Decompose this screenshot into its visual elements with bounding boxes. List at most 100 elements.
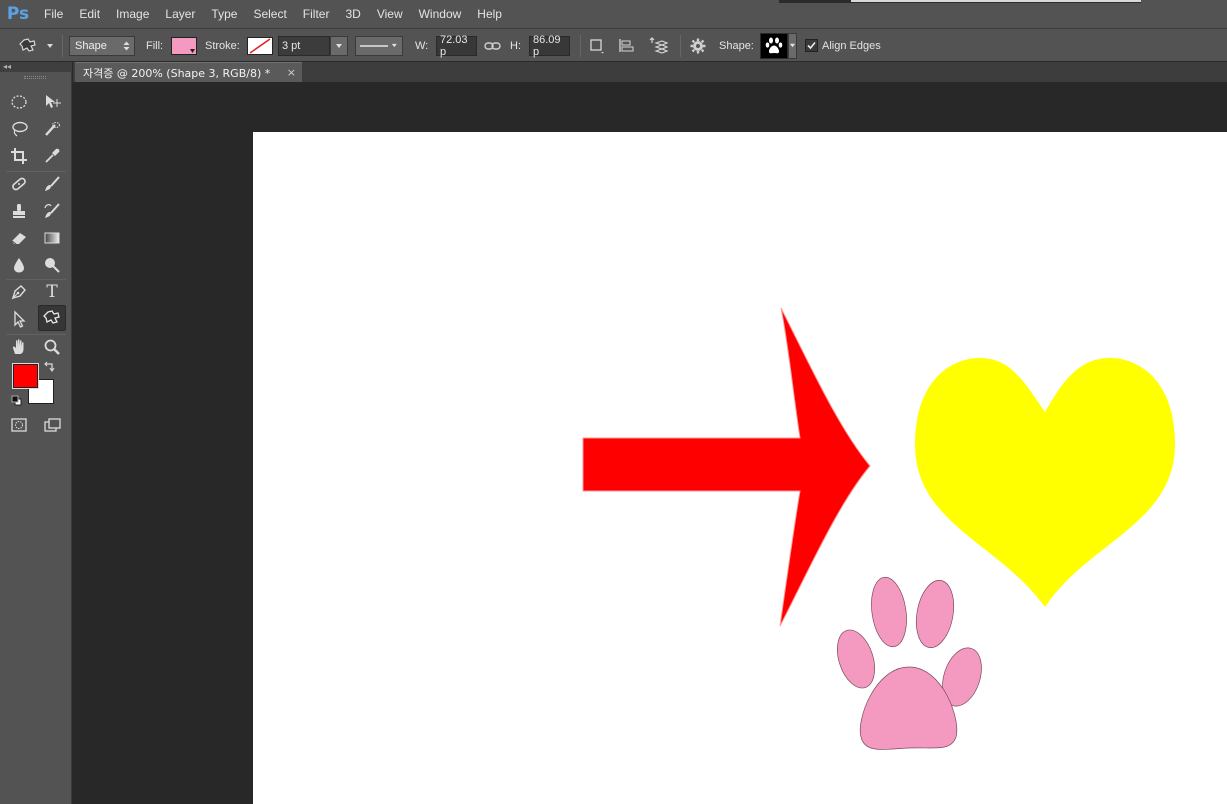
- menu-filter[interactable]: Filter: [295, 0, 338, 28]
- tools-panel: ◂◂ T: [0, 62, 72, 804]
- geometry-settings-button[interactable]: [689, 29, 707, 62]
- hand-icon: [12, 339, 24, 354]
- checkbox-checked-icon[interactable]: [805, 39, 818, 52]
- quick-mask-icon: [11, 418, 27, 432]
- chevron-down-icon: [336, 43, 342, 48]
- menu-select[interactable]: Select: [245, 0, 294, 28]
- hand-tool[interactable]: [6, 335, 32, 359]
- corner-arrow-icon: [190, 48, 195, 53]
- menu-file[interactable]: File: [36, 0, 71, 28]
- dodge-icon: [45, 258, 60, 273]
- lasso-icon: [12, 121, 28, 137]
- photoshop-logo: Ps: [6, 4, 30, 24]
- path-selection-tool[interactable]: [6, 307, 32, 331]
- shape-label: Shape:: [719, 39, 754, 52]
- height-field[interactable]: 86.09 p: [529, 34, 570, 58]
- path-alignment-icon: [619, 38, 634, 52]
- zoom-tool[interactable]: [39, 335, 65, 359]
- default-colors-button[interactable]: [11, 395, 22, 409]
- menu-window[interactable]: Window: [411, 0, 470, 28]
- blur-tool[interactable]: [6, 253, 32, 277]
- screen-mode-button[interactable]: [39, 413, 65, 437]
- foreground-color-swatch[interactable]: [12, 363, 39, 389]
- default-colors-icon: [11, 395, 22, 406]
- clone-stamp-tool[interactable]: [6, 199, 32, 223]
- custom-shape-icon: [43, 310, 60, 324]
- water-drop-icon: [14, 258, 24, 273]
- screen-mode-icon: [44, 418, 61, 432]
- pink-paw-shape[interactable]: [831, 575, 989, 750]
- path-alignment-button[interactable]: [618, 29, 636, 62]
- stroke-label: Stroke:: [205, 39, 240, 52]
- path-arrangement-button[interactable]: [648, 29, 668, 62]
- menu-3d[interactable]: 3D: [337, 0, 368, 28]
- lasso-tool[interactable]: [6, 117, 32, 141]
- crop-icon: [11, 148, 27, 164]
- type-tool[interactable]: T: [39, 280, 65, 304]
- gear-icon: [690, 38, 706, 53]
- path-operations-button[interactable]: [589, 29, 605, 62]
- gradient-tool[interactable]: [39, 226, 65, 250]
- link-icon[interactable]: [484, 40, 501, 52]
- dodge-tool[interactable]: [39, 253, 65, 277]
- eraser-tool[interactable]: [6, 226, 32, 250]
- stroke-width-dropdown[interactable]: [330, 35, 348, 56]
- stroke-type-select[interactable]: [355, 35, 403, 56]
- cursor-arrow-icon: [14, 310, 26, 328]
- eyedropper-tool[interactable]: [39, 144, 65, 168]
- swap-colors-button[interactable]: [44, 361, 56, 376]
- pen-tool[interactable]: [6, 280, 32, 304]
- type-tool-glyph: T: [46, 282, 58, 302]
- canvas-artwork: [582, 307, 1175, 750]
- menu-type[interactable]: Type: [203, 0, 245, 28]
- close-icon[interactable]: ×: [287, 66, 296, 79]
- solid-line-icon: [360, 44, 389, 47]
- crop-tool[interactable]: [6, 144, 32, 168]
- tool-mode-select[interactable]: Shape: [69, 35, 135, 56]
- stroke-width-field[interactable]: 3 pt: [278, 35, 330, 56]
- elliptical-marquee-tool[interactable]: [6, 90, 32, 114]
- history-brush-tool[interactable]: [39, 199, 65, 223]
- fill-color-swatch[interactable]: [171, 36, 197, 55]
- quick-selection-tool[interactable]: [39, 117, 65, 141]
- chevron-down-icon: [392, 43, 398, 48]
- ellipse-marquee-icon: [11, 95, 27, 109]
- spot-healing-brush-tool[interactable]: [6, 172, 32, 196]
- collapse-panel-button[interactable]: ◂◂: [0, 62, 72, 72]
- fill-label: Fill:: [146, 39, 164, 52]
- align-edges-option[interactable]: Align Edges: [805, 29, 881, 62]
- red-arrow-shape[interactable]: [582, 307, 871, 627]
- swap-arrow-icon: [44, 361, 55, 372]
- move-icon: [46, 95, 61, 108]
- custom-shape-tool[interactable]: [38, 305, 66, 331]
- menu-view[interactable]: View: [369, 0, 411, 28]
- brush-icon: [45, 176, 60, 191]
- gradient-icon: [44, 232, 60, 244]
- menu-layer[interactable]: Layer: [157, 0, 203, 28]
- shape-picker-dropdown[interactable]: [788, 32, 797, 59]
- shape-picker[interactable]: [760, 32, 788, 59]
- paw-print-icon: [765, 37, 783, 53]
- options-bar: Shape Fill: Stroke: 3 pt W: 72.03 p H: 8…: [0, 28, 1227, 62]
- height-label: H:: [510, 39, 521, 52]
- move-tool[interactable]: [39, 90, 65, 114]
- path-operations-icon: [590, 38, 604, 53]
- quick-selection-icon: [45, 122, 60, 136]
- yellow-heart-shape[interactable]: [915, 358, 1175, 607]
- chevron-down-icon: [789, 43, 796, 48]
- no-color-icon: [249, 37, 271, 54]
- menu-image[interactable]: Image: [108, 0, 157, 28]
- document-tab[interactable]: 자격증 @ 200% (Shape 3, RGB/8) * ×: [75, 62, 302, 82]
- tool-preset-picker[interactable]: [18, 29, 54, 62]
- document-tab-title: 자격증 @ 200% (Shape 3, RGB/8) *: [83, 66, 271, 80]
- quick-mask-button[interactable]: [6, 413, 32, 437]
- document-canvas[interactable]: [253, 132, 1227, 804]
- width-field[interactable]: 72.03 p: [436, 34, 477, 58]
- panel-grip[interactable]: [24, 76, 46, 79]
- menu-help[interactable]: Help: [469, 0, 510, 28]
- width-label: W:: [415, 39, 429, 52]
- brush-tool[interactable]: [39, 172, 65, 196]
- menu-edit[interactable]: Edit: [71, 0, 108, 28]
- stroke-color-swatch[interactable]: [247, 36, 273, 55]
- stamp-icon: [13, 204, 25, 218]
